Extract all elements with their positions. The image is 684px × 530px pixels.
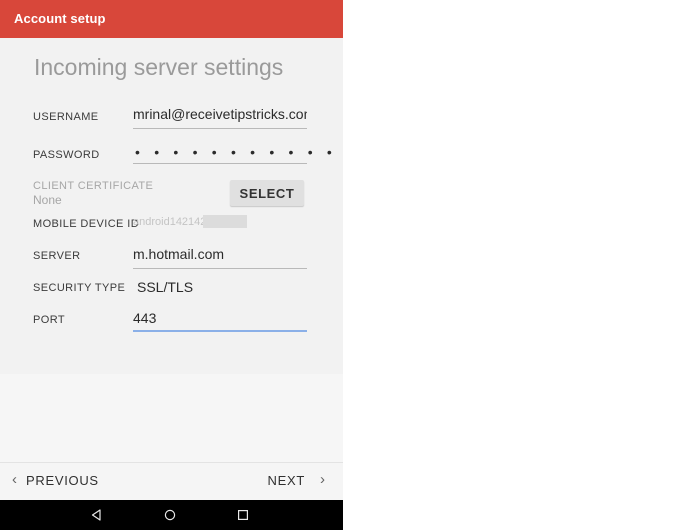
password-underline — [133, 163, 307, 164]
mobile-device-id-value: android142142 — [133, 216, 207, 228]
username-input[interactable]: mrinal@receivetipstricks.com — [133, 106, 307, 122]
chevron-left-icon[interactable]: ‹ — [12, 471, 17, 488]
port-label: PORT — [33, 314, 65, 326]
security-type-label: SECURITY TYPE — [33, 282, 126, 294]
recents-square-icon[interactable] — [236, 508, 250, 522]
page-title: Incoming server settings — [34, 54, 284, 80]
security-type-spinner[interactable]: SSL/TLS — [137, 279, 193, 295]
client-certificate-label: CLIENT CERTIFICATE — [33, 180, 154, 192]
client-certificate-value: None — [33, 193, 62, 207]
android-system-nav-bar — [0, 500, 343, 530]
back-triangle-icon[interactable] — [90, 508, 104, 522]
mobile-device-id-redaction — [203, 215, 247, 228]
app-bar: Account setup — [0, 0, 343, 38]
app-bar-title: Account setup — [14, 11, 106, 26]
next-button[interactable]: NEXT — [268, 473, 305, 488]
server-label: SERVER — [33, 250, 81, 262]
chevron-right-icon[interactable]: › — [320, 471, 325, 488]
content-filler — [0, 374, 343, 462]
username-label: USERNAME — [33, 111, 99, 123]
server-underline — [133, 268, 307, 269]
password-label: PASSWORD — [33, 149, 100, 161]
username-underline — [133, 128, 307, 129]
home-circle-icon[interactable] — [163, 508, 177, 522]
port-underline-focused — [133, 330, 307, 332]
server-input[interactable]: m.hotmail.com — [133, 246, 224, 262]
wizard-navigation-bar: ‹ PREVIOUS NEXT › — [0, 462, 343, 501]
select-certificate-button[interactable]: SELECT — [230, 180, 304, 206]
password-input[interactable]: • • • • • • • • • • • • • • • — [135, 144, 343, 160]
port-input[interactable]: 443 — [133, 310, 156, 326]
mobile-device-id-label: MOBILE DEVICE ID — [33, 218, 140, 230]
phone-screen: Account setup Incoming server settings U… — [0, 0, 343, 530]
previous-button[interactable]: PREVIOUS — [26, 473, 99, 488]
